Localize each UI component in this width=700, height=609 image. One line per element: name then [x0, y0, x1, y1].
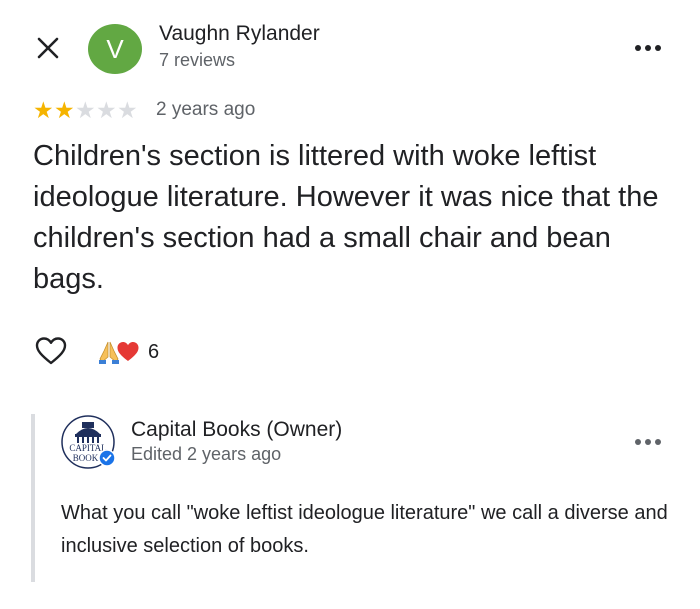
- star-filled-icon: ★: [54, 98, 75, 124]
- owner-logo[interactable]: CAPITAL BOOKS: [60, 414, 120, 470]
- star-empty-icon: ★: [96, 98, 117, 124]
- heart-outline-icon: [35, 337, 67, 365]
- more-options-icon: [635, 45, 661, 51]
- reply-more-options-button[interactable]: [628, 428, 668, 456]
- owner-reply-text: What you call "woke leftist ideologue li…: [61, 502, 668, 557]
- reviewer-name[interactable]: Vaughn Rylander: [159, 22, 320, 46]
- star-filled-icon: ★: [33, 98, 54, 124]
- review-text: Children's section is littered with woke…: [33, 140, 659, 295]
- verified-badge-icon: [98, 449, 116, 467]
- owner-name[interactable]: Capital Books (Owner): [131, 418, 342, 442]
- owner-reply-age: Edited 2 years ago: [131, 444, 282, 464]
- review-age: 2 years ago: [156, 99, 256, 120]
- close-button[interactable]: [28, 28, 68, 68]
- more-options-icon: [635, 439, 661, 445]
- more-options-button[interactable]: [628, 34, 668, 62]
- reviewer-avatar[interactable]: V: [88, 24, 142, 74]
- red-heart-icon: [117, 342, 139, 361]
- reaction-count: 6: [148, 340, 160, 363]
- like-button[interactable]: [33, 334, 69, 368]
- reply-divider: [31, 414, 35, 582]
- svg-text:CAPITAL: CAPITAL: [69, 443, 106, 453]
- reviewer-review-count: 7 reviews: [159, 50, 236, 70]
- capital-books-logo: CAPITAL BOOKS: [61, 415, 116, 469]
- close-icon: [37, 37, 59, 59]
- star-rating: ★ ★ ★ ★ ★: [33, 98, 138, 124]
- star-empty-icon: ★: [117, 98, 138, 124]
- star-empty-icon: ★: [75, 98, 96, 124]
- reactions-summary[interactable]: 6: [96, 337, 159, 367]
